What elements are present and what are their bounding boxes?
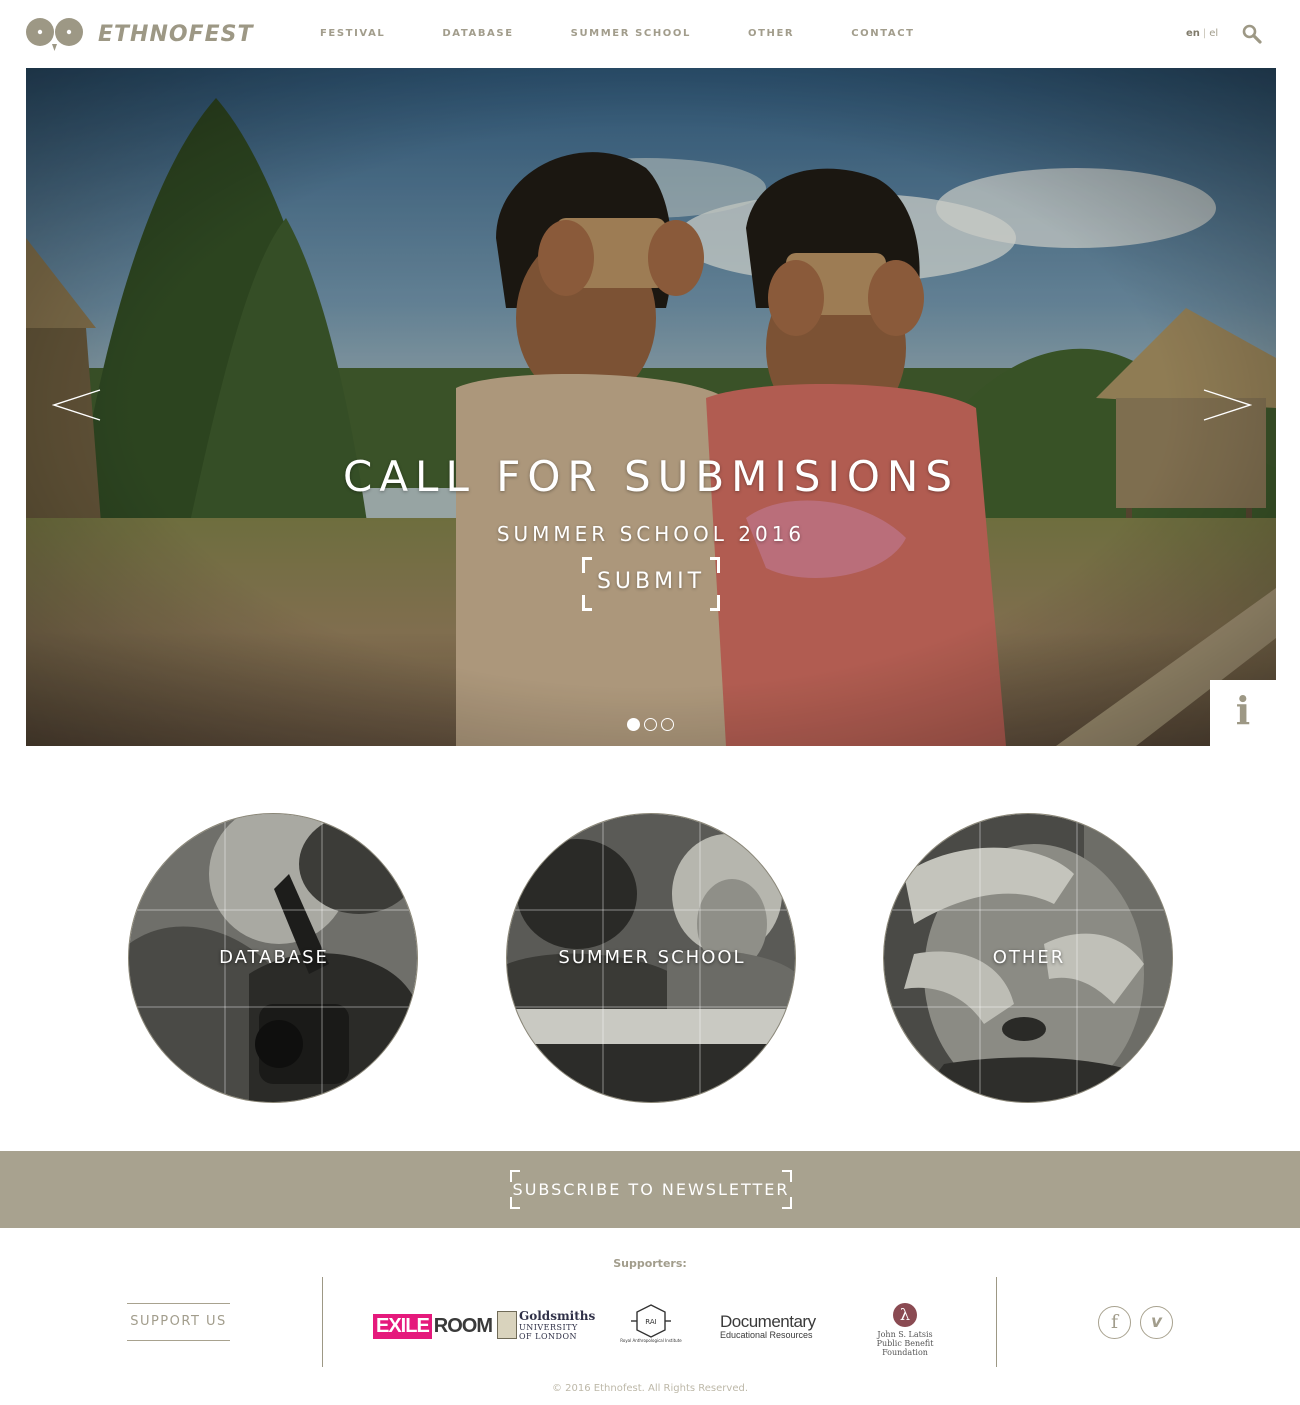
bracket-corner: [710, 595, 720, 611]
slider-prev-arrow-icon[interactable]: [51, 388, 102, 422]
submit-button-label: SUBMIT: [596, 569, 706, 594]
goldsmiths-subtitle: UNIVERSITY OF LONDON: [519, 1323, 578, 1341]
latsis-line-1: John S. Latsis: [877, 1330, 933, 1339]
slider-dot-2[interactable]: [644, 718, 657, 731]
lang-el[interactable]: el: [1209, 28, 1218, 39]
subscribe-newsletter-label: SUBSCRIBE TO NEWSLETTER: [512, 1180, 790, 1199]
search-icon[interactable]: [1242, 24, 1262, 44]
footer-divider: [996, 1277, 997, 1367]
supporters-heading: Supporters:: [613, 1257, 687, 1270]
nav-festival[interactable]: FESTIVAL: [320, 28, 385, 39]
sponsor-exile-room-logo[interactable]: EXILE ROOM: [373, 1312, 493, 1340]
owl-eyes-logo-icon: [26, 16, 84, 52]
nav-other[interactable]: OTHER: [748, 28, 794, 39]
sponsor-latsis-foundation-logo[interactable]: λ John S. Latsis Public Benefit Foundati…: [855, 1303, 955, 1357]
latsis-lambda-icon: λ: [893, 1303, 917, 1327]
slider-next-arrow-icon[interactable]: [1202, 388, 1253, 422]
nav-summer-school[interactable]: SUMMER SCHOOL: [571, 28, 691, 39]
latsis-line-2: Public Benefit Foundation: [876, 1339, 934, 1357]
section-circle-database[interactable]: DATABASE: [128, 813, 418, 1103]
section-label-database: DATABASE: [219, 947, 329, 968]
facebook-icon[interactable]: f: [1098, 1306, 1131, 1339]
submit-button[interactable]: SUBMIT: [582, 557, 720, 611]
rai-emblem-icon: RAI: [631, 1304, 671, 1338]
goldsmiths-crest-icon: [497, 1311, 517, 1339]
subscribe-newsletter-button[interactable]: SUBSCRIBE TO NEWSLETTER: [510, 1170, 792, 1209]
newsletter-bar: SUBSCRIBE TO NEWSLETTER: [0, 1151, 1300, 1228]
logo-wordmark: ETHNOFEST: [98, 21, 254, 47]
slider-dot-1[interactable]: [627, 718, 640, 731]
hero-subtitle: SUMMER SCHOOL 2016: [496, 522, 806, 546]
sponsor-goldsmiths-logo[interactable]: Goldsmiths UNIVERSITY OF LONDON: [497, 1309, 595, 1341]
vimeo-icon[interactable]: v: [1140, 1306, 1173, 1339]
support-us-button[interactable]: SUPPORT US: [127, 1303, 230, 1341]
site-logo[interactable]: ETHNOFEST: [26, 16, 252, 52]
lang-separator: |: [1202, 28, 1207, 39]
sponsor-rai-logo[interactable]: RAI Royal Anthropological Institute: [620, 1304, 682, 1346]
site-header: ETHNOFEST FESTIVAL DATABASE SUMMER SCHOO…: [0, 0, 1300, 68]
exile-room-wordmark-b: ROOM: [433, 1314, 493, 1337]
exile-room-wordmark-a: EXILE: [373, 1313, 432, 1339]
rai-mark-text: RAI: [645, 1318, 656, 1326]
sponsor-documentary-educational-resources-logo[interactable]: Documentary Educational Resources: [720, 1312, 830, 1340]
section-circle-summer-school[interactable]: SUMMER SCHOOL: [506, 813, 796, 1103]
der-subtitle: Educational Resources: [720, 1330, 813, 1340]
lang-en[interactable]: en: [1186, 28, 1200, 39]
hero-photo: [26, 68, 1276, 746]
footer-divider: [322, 1277, 323, 1367]
slider-dot-3[interactable]: [661, 718, 674, 731]
copyright-text: © 2016 Ethnofest. All Rights Reserved.: [551, 1383, 749, 1394]
nav-database[interactable]: DATABASE: [442, 28, 513, 39]
der-name: Documentary: [720, 1312, 816, 1331]
slider-pagination: [627, 718, 674, 731]
nav-contact[interactable]: CONTACT: [851, 28, 914, 39]
language-switcher: en | el: [1186, 28, 1218, 39]
bracket-corner: [582, 595, 592, 611]
goldsmiths-name: Goldsmiths: [519, 1309, 596, 1323]
section-label-summer-school: SUMMER SCHOOL: [558, 947, 746, 968]
info-button[interactable]: i: [1210, 680, 1276, 746]
main-nav: FESTIVAL DATABASE SUMMER SCHOOL OTHER CO…: [320, 28, 972, 39]
section-label-other: OTHER: [992, 947, 1066, 968]
info-icon: i: [1235, 688, 1251, 733]
hero-slider: CALL FOR SUBMISIONS SUMMER SCHOOL 2016 S…: [26, 68, 1276, 746]
section-circle-other[interactable]: OTHER: [883, 813, 1173, 1103]
rai-subtitle: Royal Anthropological Institute: [620, 1338, 682, 1343]
hero-title: CALL FOR SUBMISIONS: [343, 452, 959, 501]
